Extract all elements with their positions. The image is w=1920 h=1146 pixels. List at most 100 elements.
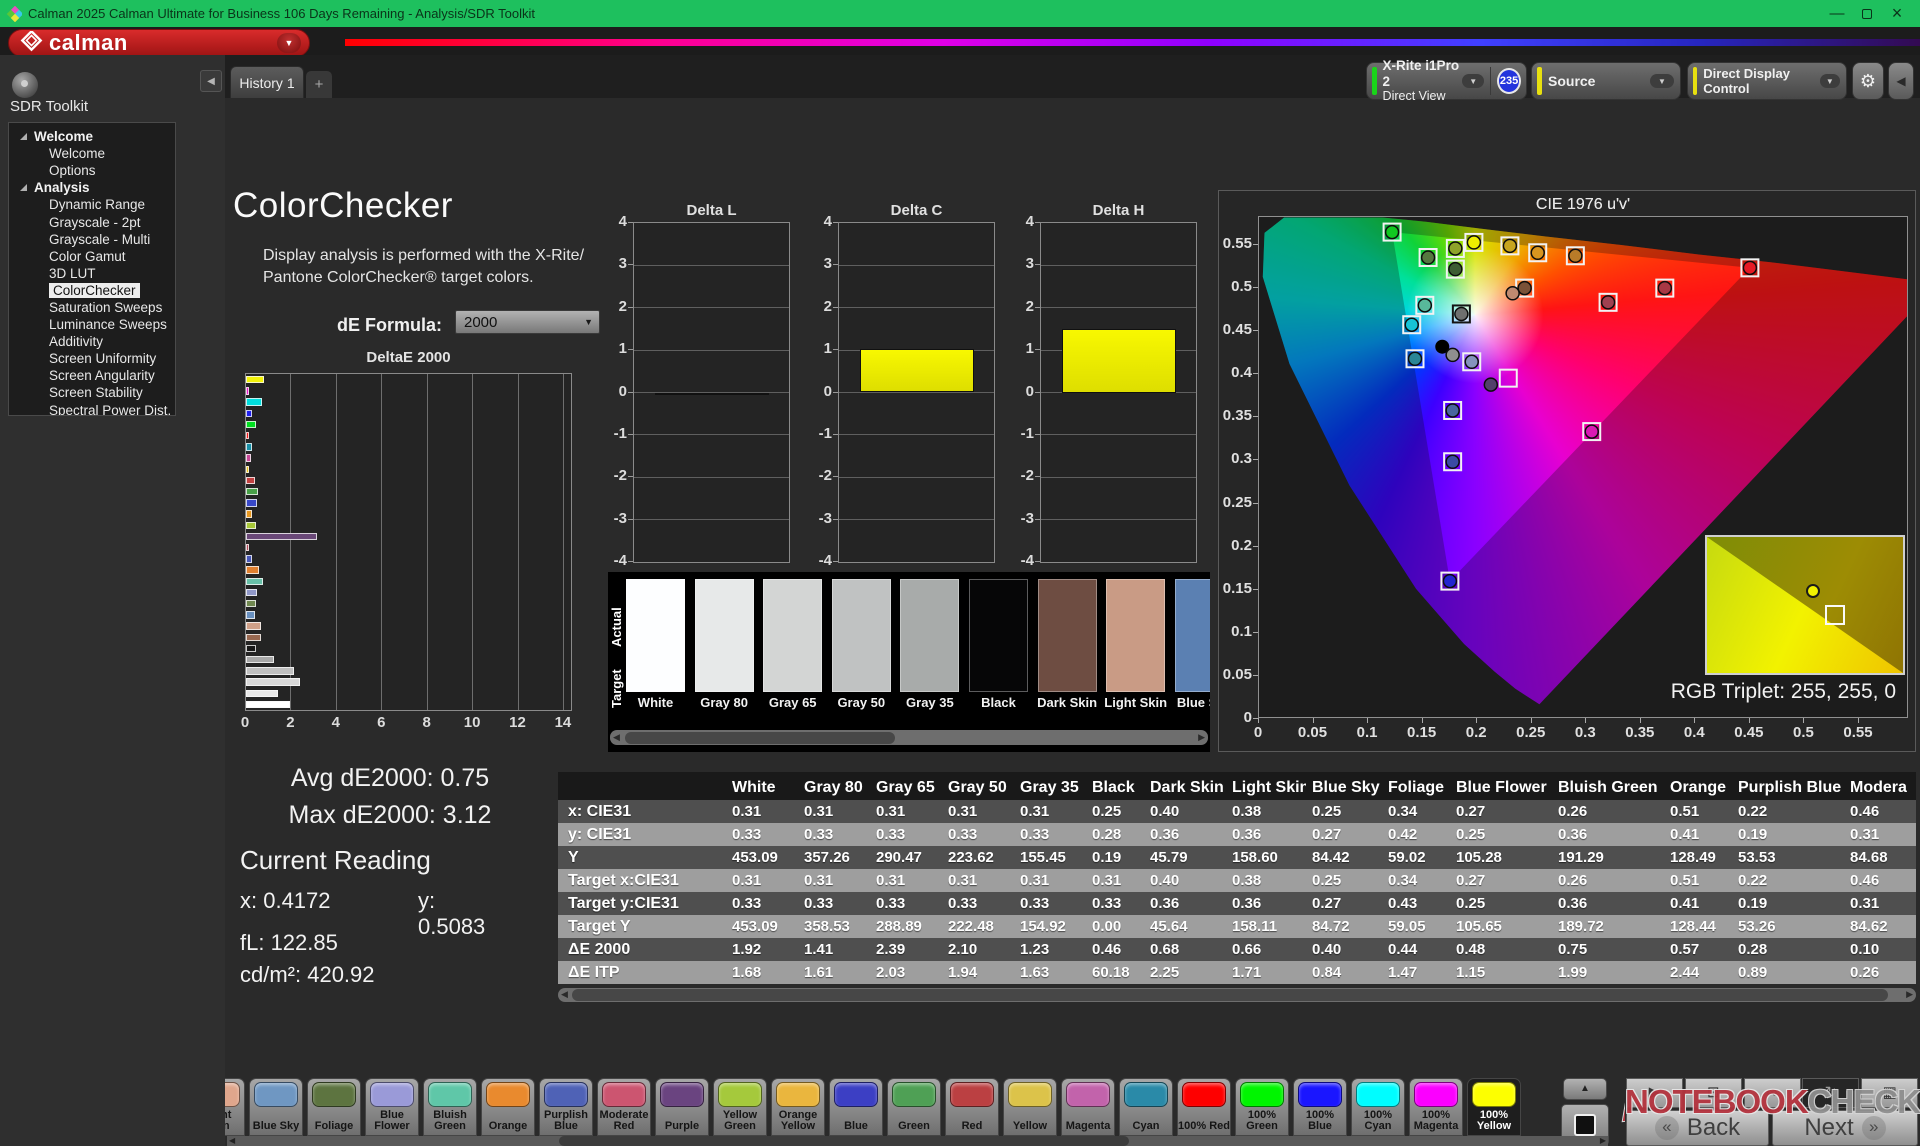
sidebar-item-screen-uniformity[interactable]: Screen Uniformity — [9, 350, 175, 367]
sidebar-item-3d-lut[interactable]: 3D LUT — [9, 265, 175, 282]
table-cell: 1.68 — [732, 964, 762, 981]
source-dropdown[interactable]: Source ▼ — [1531, 62, 1681, 100]
patch-scroll-up-button[interactable]: ▲ — [1563, 1078, 1607, 1100]
next-button[interactable]: Next » — [1772, 1110, 1918, 1146]
table-cell: 0.31 — [1020, 803, 1050, 820]
scroll-right-icon[interactable]: ▶ — [1906, 989, 1913, 1000]
table-scrollbar[interactable]: ◀ ▶ — [558, 988, 1916, 1002]
table-scrollbar-thumb[interactable] — [572, 989, 1888, 1001]
patch-button-light-skin[interactable]: Light Skin — [225, 1078, 245, 1136]
sidebar-item-analysis[interactable]: Analysis — [9, 179, 175, 196]
patch-button-yellow-green[interactable]: Yellow Green — [713, 1078, 767, 1136]
table-cell: 45.79 — [1150, 849, 1188, 866]
patch-button-100-cyan[interactable]: 100% Cyan — [1351, 1078, 1405, 1136]
cie-y-tick-mark — [1253, 502, 1258, 504]
patch-button-100-magenta[interactable]: 100% Magenta — [1409, 1078, 1463, 1136]
patch-scrollbar-thumb[interactable] — [559, 1136, 1129, 1146]
avg-de2000-readout: Avg dE2000: 0.75 — [290, 764, 490, 792]
sidebar-item-welcome[interactable]: Welcome — [9, 128, 175, 145]
scroll-left-icon[interactable]: ◀ — [613, 732, 620, 743]
patch-button-purple[interactable]: Purple — [655, 1078, 709, 1136]
tab-history-1[interactable]: History 1 — [230, 66, 304, 98]
patch-button-orange-yellow[interactable]: Orange Yellow — [771, 1078, 825, 1136]
patch-button-100-blue[interactable]: 100% Blue — [1293, 1078, 1347, 1136]
patch-button-bluish-green[interactable]: Bluish Green — [423, 1078, 477, 1136]
sidebar-item-additivity[interactable]: Additivity — [9, 333, 175, 350]
calman-diamond-icon — [20, 31, 43, 52]
sidebar-item-grayscale-2pt[interactable]: Grayscale - 2pt — [9, 213, 175, 230]
patch-button-foliage[interactable]: Foliage — [307, 1078, 361, 1136]
settings-button[interactable]: ⚙ — [1852, 62, 1884, 100]
minimize-button[interactable]: — — [1822, 4, 1852, 24]
table-cell: 191.29 — [1558, 849, 1604, 866]
sidebar-item-grayscale-multi[interactable]: Grayscale - Multi — [9, 231, 175, 248]
tree-expand-icon[interactable] — [20, 184, 27, 192]
patch-button-cyan[interactable]: Cyan — [1119, 1078, 1173, 1136]
close-button[interactable]: × — [1882, 3, 1912, 24]
table-cell: 2.03 — [876, 964, 906, 981]
sidebar-item-welcome[interactable]: Welcome — [9, 145, 175, 162]
patch-button-100-red[interactable]: 100% Red — [1177, 1078, 1231, 1136]
swatch-scrollbar-thumb[interactable] — [625, 731, 895, 744]
patch-button-100-green[interactable]: 100% Green — [1235, 1078, 1289, 1136]
meter-status-bar — [1372, 67, 1377, 95]
display-control-chevron-icon: ▼ — [1819, 74, 1840, 88]
sidebar-item-screen-stability[interactable]: Screen Stability — [9, 384, 175, 401]
tree-expand-icon[interactable] — [20, 133, 27, 141]
deltae-bar-purplish-blue — [246, 555, 253, 563]
patch-button-purplish-blue[interactable]: Purplish Blue — [539, 1078, 593, 1136]
sidebar-item-dynamic-range[interactable]: Dynamic Range — [9, 196, 175, 213]
patch-button-green[interactable]: Green — [887, 1078, 941, 1136]
add-tab-button[interactable]: + — [306, 71, 332, 98]
patch-swatch — [834, 1082, 878, 1107]
display-control-dropdown[interactable]: Direct Display Control ▼ — [1687, 62, 1847, 100]
divider — [1490, 67, 1492, 95]
deltae-x-tick: 10 — [463, 714, 481, 731]
patch-button-yellow[interactable]: Yellow — [1003, 1078, 1057, 1136]
delta-y-tick: -1 — [818, 424, 832, 442]
loop-icon[interactable]: ∞ — [1743, 1078, 1801, 1108]
pattern-window-icon[interactable]: ⊡ — [1684, 1078, 1742, 1108]
sidebar-item-luminance-sweeps[interactable]: Luminance Sweeps — [9, 316, 175, 333]
scroll-right-icon[interactable]: ▶ — [1198, 732, 1205, 743]
meter-dropdown[interactable]: X-Rite i1Pro 2 Direct View ▼ 235 — [1366, 58, 1527, 103]
patch-button-blue-sky[interactable]: Blue Sky — [249, 1078, 303, 1136]
patch-button-red[interactable]: Red — [945, 1078, 999, 1136]
swatch-strip-scrollbar[interactable]: ◀ ▶ — [610, 730, 1208, 745]
deltae-bar-gray-65 — [246, 678, 301, 686]
table-cell: 84.62 — [1850, 918, 1888, 935]
scroll-right-icon[interactable]: ▶ — [1600, 1136, 1606, 1145]
patch-label: Purple — [664, 1120, 700, 1133]
sidebar-item-options[interactable]: Options — [9, 162, 175, 179]
sidebar-item-spectral-power-dist[interactable]: Spectral Power Dist. — [9, 402, 175, 415]
panel-collapse-button[interactable]: ◀ — [1888, 62, 1914, 100]
patch-button-blue[interactable]: Blue — [829, 1078, 883, 1136]
meter-reading-badge[interactable]: 235 — [1497, 68, 1521, 94]
sidebar-collapse-button[interactable]: ◀ — [200, 70, 222, 92]
patch-button-moderate-red[interactable]: Moderate Red — [597, 1078, 651, 1136]
grid-icon[interactable]: ▦ — [1861, 1078, 1919, 1108]
deltae-x-tick: 0 — [240, 714, 250, 731]
patch-bar-scrollbar[interactable]: ◀ ▶ — [227, 1136, 1608, 1146]
patch-button-orange[interactable]: Orange — [481, 1078, 535, 1136]
calman-menu-button[interactable]: calman ▼ — [8, 29, 310, 57]
patch-swatch — [718, 1082, 762, 1107]
deltae-bar-100-green — [246, 420, 256, 429]
scroll-left-icon[interactable]: ◀ — [561, 989, 568, 1000]
sidebar-item-color-gamut[interactable]: Color Gamut — [9, 248, 175, 265]
table-cell: 0.26 — [1558, 803, 1588, 820]
scroll-left-icon[interactable]: ◀ — [229, 1136, 235, 1145]
table-cell: 0.33 — [948, 826, 978, 843]
sidebar-item-screen-angularity[interactable]: Screen Angularity — [9, 367, 175, 384]
sidebar-item-saturation-sweeps[interactable]: Saturation Sweeps — [9, 299, 175, 316]
play-icon[interactable]: ▶ — [1626, 1078, 1683, 1108]
sidebar-item-colorchecker[interactable]: ColorChecker — [9, 282, 175, 299]
refresh-icon[interactable]: ↻ — [1802, 1078, 1860, 1108]
back-button[interactable]: « Back — [1626, 1110, 1769, 1146]
de-formula-dropdown[interactable]: 2000 ▼ — [455, 310, 600, 334]
restore-button[interactable] — [1852, 4, 1882, 24]
patch-button-blue-flower[interactable]: Blue Flower — [365, 1078, 419, 1136]
patch-button-magenta[interactable]: Magenta — [1061, 1078, 1115, 1136]
patch-button-100-yellow[interactable]: 100% Yellow — [1467, 1078, 1521, 1136]
table-cell: 358.53 — [804, 918, 850, 935]
